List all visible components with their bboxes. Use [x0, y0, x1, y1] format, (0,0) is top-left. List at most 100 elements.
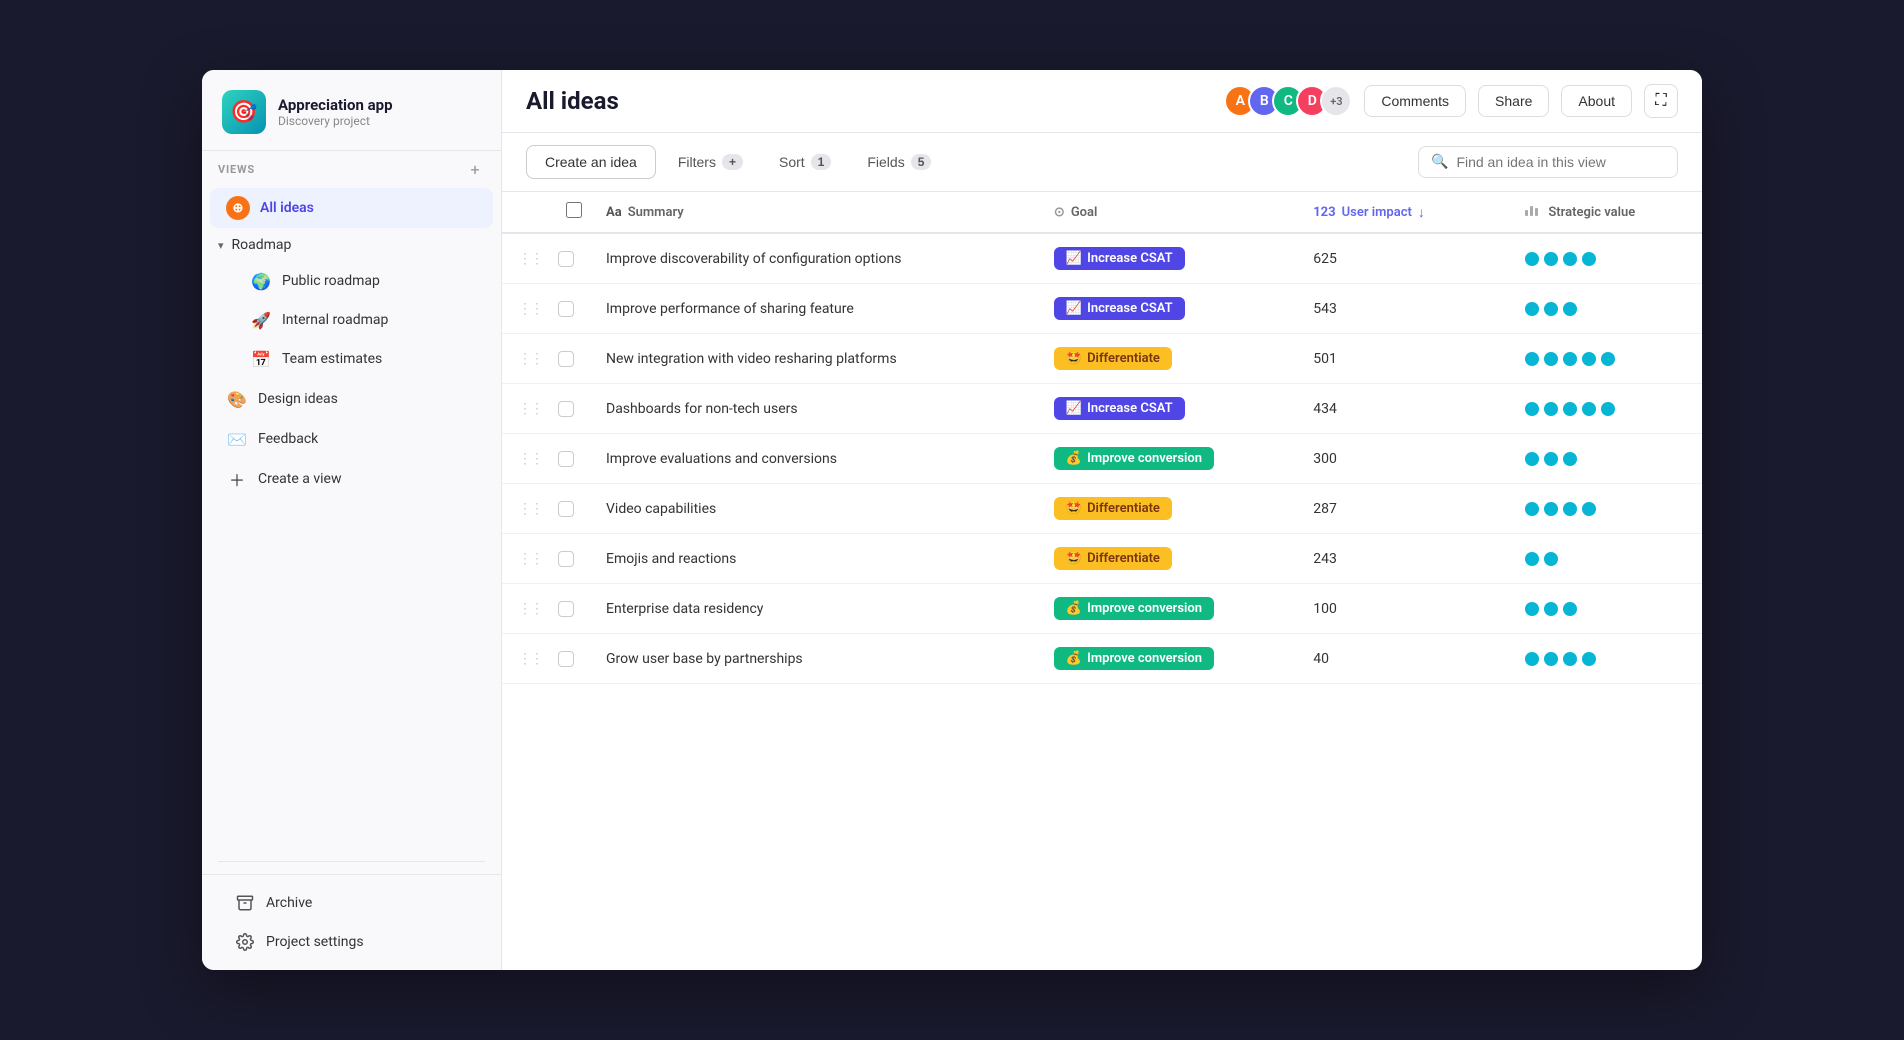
goal-col-icon: ⊙ — [1054, 205, 1065, 220]
archive-icon — [234, 892, 256, 914]
goal-emoji: 🤩 — [1066, 351, 1082, 366]
views-header: VIEWS + — [202, 151, 501, 187]
sidebar-item-design-ideas[interactable]: 🎨 Design ideas — [210, 380, 493, 418]
sidebar-item-archive[interactable]: Archive — [218, 884, 485, 922]
roadmap-label: Roadmap — [232, 237, 292, 253]
add-view-button[interactable]: + — [465, 159, 485, 179]
summary-cell: Improve evaluations and conversions — [594, 434, 1042, 484]
sidebar-item-feedback[interactable]: ✉️ Feedback — [210, 420, 493, 458]
sidebar-item-team-estimates[interactable]: 📅 Team estimates — [234, 340, 485, 378]
goal-tag[interactable]: 📈 Increase CSAT — [1054, 247, 1185, 270]
dot-filled — [1544, 502, 1558, 516]
row-checkbox[interactable] — [558, 401, 574, 417]
row-checkbox[interactable] — [558, 451, 574, 467]
goal-tag[interactable]: 📈 Increase CSAT — [1054, 297, 1185, 320]
summary-cell: Enterprise data residency — [594, 584, 1042, 634]
drag-handle[interactable]: ⋮⋮ — [518, 251, 542, 267]
sidebar-item-roadmap[interactable]: ▾ Roadmap — [210, 229, 493, 261]
sort-arrow-icon: ↓ — [1418, 204, 1425, 221]
strategic-cell — [1513, 233, 1702, 284]
summary-cell: Emojis and reactions — [594, 534, 1042, 584]
create-idea-button[interactable]: Create an idea — [526, 145, 656, 179]
goal-tag[interactable]: 🤩 Differentiate — [1054, 547, 1172, 570]
drag-cell: ⋮⋮ — [502, 334, 554, 384]
drag-handle[interactable]: ⋮⋮ — [518, 501, 542, 517]
strategic-dots — [1525, 652, 1690, 666]
goal-tag[interactable]: 📈 Increase CSAT — [1054, 397, 1185, 420]
goal-tag[interactable]: 💰 Improve conversion — [1054, 647, 1214, 670]
goal-emoji: 📈 — [1066, 301, 1082, 316]
app-container: 🎯 Appreciation app Discovery project VIE… — [202, 70, 1702, 970]
row-checkbox[interactable] — [558, 501, 574, 517]
sidebar-item-internal-roadmap[interactable]: 🚀 Internal roadmap — [234, 301, 485, 339]
filters-button[interactable]: Filters + — [664, 147, 757, 177]
goal-col-label: Goal — [1071, 205, 1098, 220]
strategic-cell — [1513, 334, 1702, 384]
sidebar-item-label: Feedback — [258, 431, 318, 447]
strategic-cell — [1513, 384, 1702, 434]
dot-filled — [1563, 452, 1577, 466]
dot-filled — [1525, 652, 1539, 666]
impact-cell: 287 — [1301, 484, 1513, 534]
goal-emoji: 💰 — [1066, 601, 1082, 616]
sidebar-item-public-roadmap[interactable]: 🌍 Public roadmap — [234, 262, 485, 300]
public-roadmap-icon: 🌍 — [250, 270, 272, 292]
goal-tag[interactable]: 💰 Improve conversion — [1054, 597, 1214, 620]
search-icon: 🔍 — [1431, 154, 1448, 170]
sidebar-item-label: Design ideas — [258, 391, 338, 407]
select-all-checkbox[interactable] — [566, 202, 582, 218]
row-checkbox[interactable] — [558, 651, 574, 667]
comments-button[interactable]: Comments — [1364, 85, 1466, 117]
goal-tag[interactable]: 🤩 Differentiate — [1054, 347, 1172, 370]
drag-handle[interactable]: ⋮⋮ — [518, 401, 542, 417]
summary-cell: Video capabilities — [594, 484, 1042, 534]
strategic-col-icon — [1525, 205, 1542, 220]
sidebar-item-all-ideas[interactable]: ⊕ All ideas — [210, 188, 493, 228]
share-button[interactable]: Share — [1478, 85, 1549, 117]
check-cell — [554, 434, 594, 484]
goal-tag[interactable]: 💰 Improve conversion — [1054, 447, 1214, 470]
impact-cell: 40 — [1301, 634, 1513, 684]
drag-handle[interactable]: ⋮⋮ — [518, 301, 542, 317]
row-checkbox[interactable] — [558, 601, 574, 617]
row-checkbox[interactable] — [558, 351, 574, 367]
about-button[interactable]: About — [1561, 85, 1632, 117]
table-row: ⋮⋮ Emojis and reactions 🤩 Differentiate … — [502, 534, 1702, 584]
table-row: ⋮⋮ Video capabilities 🤩 Differentiate 28… — [502, 484, 1702, 534]
col-impact-header[interactable]: 123 User impact ↓ — [1301, 192, 1513, 233]
drag-handle[interactable]: ⋮⋮ — [518, 351, 542, 367]
dot-filled — [1525, 252, 1539, 266]
table-body: ⋮⋮ Improve discoverability of configurat… — [502, 233, 1702, 684]
row-checkbox[interactable] — [558, 301, 574, 317]
sort-label: Sort — [779, 154, 805, 170]
fields-label: Fields — [867, 154, 904, 170]
sidebar-item-project-settings[interactable]: Project settings — [218, 923, 485, 961]
drag-handle[interactable]: ⋮⋮ — [518, 601, 542, 617]
search-input[interactable] — [1456, 154, 1665, 170]
drag-handle[interactable]: ⋮⋮ — [518, 651, 542, 667]
table-row: ⋮⋮ Improve performance of sharing featur… — [502, 284, 1702, 334]
row-checkbox[interactable] — [558, 551, 574, 567]
strategic-dots — [1525, 302, 1690, 316]
drag-handle[interactable]: ⋮⋮ — [518, 451, 542, 467]
expand-button[interactable]: ⛶ — [1644, 84, 1678, 118]
goal-label: Increase CSAT — [1087, 301, 1173, 316]
sidebar-item-create-view[interactable]: ＋ Create a view — [210, 460, 493, 498]
row-checkbox[interactable] — [558, 251, 574, 267]
goal-label: Improve conversion — [1087, 451, 1202, 466]
table-header-row: Aa Summary ⊙ Goal 123 — [502, 192, 1702, 233]
drag-handle[interactable]: ⋮⋮ — [518, 551, 542, 567]
col-drag-header — [502, 192, 554, 233]
dot-filled — [1563, 252, 1577, 266]
goal-tag[interactable]: 🤩 Differentiate — [1054, 497, 1172, 520]
impact-col-label: User impact — [1342, 205, 1412, 220]
summary-cell: Dashboards for non-tech users — [594, 384, 1042, 434]
table-row: ⋮⋮ Dashboards for non-tech users 📈 Incre… — [502, 384, 1702, 434]
dot-filled — [1563, 602, 1577, 616]
dot-filled — [1544, 352, 1558, 366]
goal-label: Differentiate — [1087, 501, 1160, 516]
sidebar-item-label: Create a view — [258, 471, 341, 487]
sort-button[interactable]: Sort 1 — [765, 147, 845, 177]
goal-cell: 💰 Improve conversion — [1042, 634, 1301, 684]
fields-button[interactable]: Fields 5 — [853, 147, 945, 177]
